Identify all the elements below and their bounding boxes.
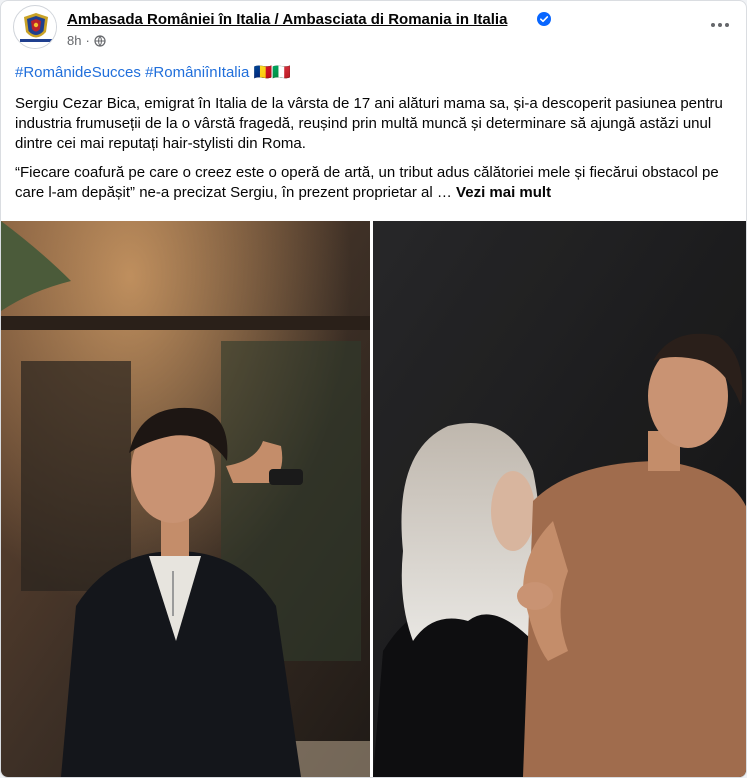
meta-separator: ·: [85, 33, 90, 48]
more-dots-icon: [711, 23, 729, 27]
post-paragraph-1: Sergiu Cezar Bica, emigrat în Italia de …: [15, 95, 723, 152]
page-avatar[interactable]: [13, 5, 57, 49]
hashtags[interactable]: #RomânideSucces #RomâniînItalia 🇷🇴🇮🇹: [15, 63, 732, 83]
more-options-icon[interactable]: [706, 13, 734, 37]
post-paragraph-2: “Fiecare coafură pe care o creez este o …: [15, 163, 732, 203]
post-time[interactable]: 8h: [67, 33, 81, 48]
photo-left[interactable]: [1, 221, 370, 777]
page-name[interactable]: Ambasada României în Italia / Ambasciata…: [67, 11, 507, 28]
verified-badge-icon: [537, 12, 551, 26]
post-paragraph-2-text: “Fiecare coafură pe care o creez este o …: [15, 164, 719, 201]
hairstylist-portrait-image: [1, 221, 370, 777]
photo-right[interactable]: [373, 221, 746, 777]
post-meta: 8h ·: [67, 33, 106, 48]
globe-icon[interactable]: [94, 34, 106, 47]
see-more-link[interactable]: Vezi mai mult: [456, 184, 551, 201]
coat-of-arms-icon: [15, 7, 56, 48]
post-card: Ambasada României în Italia / Ambasciata…: [0, 0, 747, 778]
hairstylist-at-work-image: [373, 221, 746, 777]
photo-grid: [1, 221, 746, 777]
post-header: Ambasada României în Italia / Ambasciata…: [13, 5, 734, 53]
